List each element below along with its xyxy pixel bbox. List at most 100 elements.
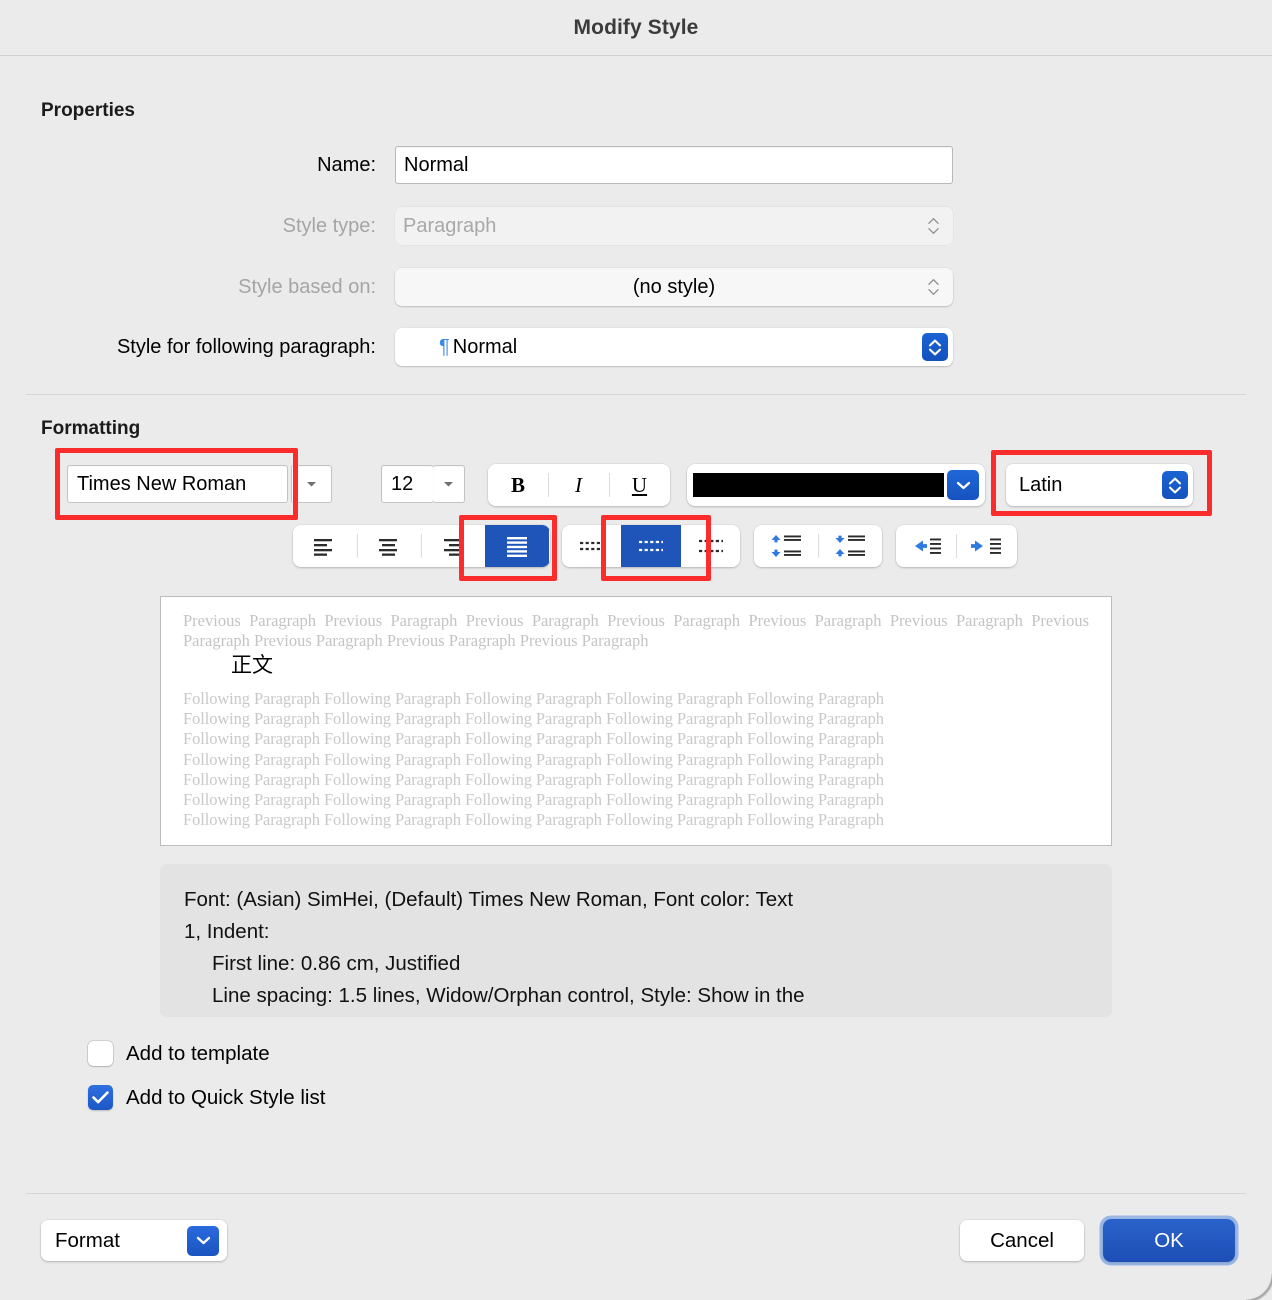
font-size-input[interactable]: 12 (381, 465, 434, 503)
align-justify-button[interactable] (485, 525, 549, 567)
align-right-icon (444, 538, 462, 556)
alignment-group (293, 525, 550, 567)
line-spacing-1-5-icon (639, 540, 663, 552)
format-menu-button[interactable]: Format (41, 1220, 227, 1261)
line-spacing-double-icon (698, 539, 723, 553)
style-type-label: Style type: (282, 214, 376, 237)
chevron-down-icon[interactable] (187, 1225, 219, 1256)
stepper-updown-icon[interactable] (1162, 471, 1188, 499)
style-name-input[interactable]: Normal (395, 146, 953, 184)
preview-sample-text: 正文 (231, 654, 273, 677)
pilcrow-icon: ¶ (439, 335, 450, 358)
preview-following-line: Following Paragraph Following Paragraph … (183, 689, 884, 708)
style-based-on-field-wrap: (no style) (395, 268, 953, 306)
font-size-combo[interactable]: 12 (381, 465, 465, 503)
window-corner-shadow (1246, 1274, 1272, 1300)
increase-indent-icon (971, 538, 1001, 554)
line-spacing-single-icon (579, 541, 604, 551)
style-type-row: Style type: Paragraph (0, 207, 953, 245)
preview-following-line: Following Paragraph Following Paragraph … (183, 709, 884, 729)
preview-previous-paragraph: Previous Paragraph Previous Paragraph Pr… (183, 611, 1089, 650)
style-based-on-label: Style based on: (238, 275, 376, 298)
paragraph-space-group (754, 525, 882, 567)
name-row: Name: Normal (0, 146, 953, 184)
ok-button[interactable]: OK (1103, 1219, 1235, 1262)
style-based-on-value: (no style) (632, 276, 716, 298)
font-color-dropdown-arrow[interactable] (947, 470, 979, 500)
description-line-2: 1, Indent: (184, 920, 270, 943)
font-name-combo[interactable]: Times New Roman (67, 465, 332, 503)
add-to-quick-style-label: Add to Quick Style list (126, 1085, 326, 1109)
style-following-label: Style for following paragraph: (116, 335, 376, 358)
style-following-popup[interactable]: ¶ Normal (395, 328, 953, 366)
align-left-icon (314, 538, 332, 556)
style-preview-pane: Previous Paragraph Previous Paragraph Pr… (160, 596, 1112, 846)
add-to-template-label: Add to template (126, 1041, 270, 1065)
align-justify-icon (507, 536, 527, 557)
underline-button[interactable]: U (609, 464, 670, 506)
description-line-3: First line: 0.86 cm, Justified (212, 952, 461, 975)
properties-section-heading: Properties (41, 100, 135, 121)
align-center-icon (379, 538, 397, 556)
name-label: Name: (317, 153, 376, 176)
underline-label: U (631, 472, 648, 497)
align-right-button[interactable] (421, 525, 485, 567)
decrease-space-before-button[interactable] (754, 525, 818, 567)
decrease-indent-icon (915, 538, 941, 554)
add-to-quick-style-row[interactable]: Add to Quick Style list (88, 1085, 325, 1110)
name-field-wrap: Normal (395, 146, 953, 184)
dialog-titlebar: Modify Style (0, 0, 1272, 56)
font-color-well[interactable] (687, 464, 985, 506)
style-description-box: Font: (Asian) SimHei, (Default) Times Ne… (160, 864, 1112, 1017)
align-center-button[interactable] (357, 525, 421, 567)
preview-following-line: Following Paragraph Following Paragraph … (183, 749, 884, 769)
decrease-indent-button[interactable] (896, 525, 956, 567)
increase-space-after-icon (835, 535, 865, 557)
style-following-row: Style for following paragraph: ¶ Normal (0, 328, 953, 366)
style-following-field-wrap: ¶ Normal (395, 328, 953, 366)
description-line-4: Line spacing: 1.5 lines, Widow/Orphan co… (212, 984, 805, 1007)
increase-indent-button[interactable] (956, 525, 1016, 567)
italic-label: I (575, 472, 582, 497)
cancel-button[interactable]: Cancel (960, 1220, 1084, 1261)
preview-following-line: Following Paragraph Following Paragraph … (183, 729, 884, 749)
add-to-template-checkbox[interactable] (88, 1041, 113, 1066)
preview-following-line: Following Paragraph Following Paragraph … (183, 790, 884, 810)
align-left-button[interactable] (293, 525, 357, 567)
page-title: Modify Style (573, 15, 699, 39)
add-to-template-row[interactable]: Add to template (88, 1041, 270, 1066)
font-name-input[interactable]: Times New Roman (67, 465, 288, 503)
line-spacing-double-button[interactable] (681, 525, 740, 567)
footer-divider (26, 1193, 1246, 1194)
preview-following-paragraphs: Following Paragraph Following Paragraph … (183, 689, 1089, 830)
style-type-field-wrap: Paragraph (395, 207, 953, 245)
checkmark-icon (92, 1091, 109, 1104)
style-following-value: Normal (452, 336, 518, 358)
line-spacing-1-5-button[interactable] (621, 525, 681, 567)
bold-label: B (510, 472, 525, 497)
italic-button[interactable]: I (548, 464, 609, 506)
line-spacing-group (562, 525, 740, 567)
preview-following-line: Following Paragraph Following Paragraph … (183, 769, 884, 789)
indent-group (896, 525, 1017, 567)
language-popup[interactable]: Latin (1006, 464, 1193, 506)
bold-button[interactable]: B (488, 464, 548, 506)
line-spacing-single-button[interactable] (562, 525, 621, 567)
font-size-dropdown-arrow[interactable] (433, 465, 465, 503)
style-based-on-popup[interactable]: (no style) (395, 268, 953, 306)
language-value: Latin (1019, 473, 1063, 496)
text-style-group: B I U (488, 464, 670, 506)
description-line-1: Font: (Asian) SimHei, (Default) Times Ne… (184, 888, 794, 911)
style-type-value: Paragraph (403, 215, 497, 237)
preview-following-line: Following Paragraph Following Paragraph … (183, 810, 884, 830)
decrease-space-before-icon (771, 535, 801, 557)
properties-divider (26, 394, 1246, 395)
increase-space-after-button[interactable] (818, 525, 882, 567)
chevron-updown-icon (928, 279, 939, 296)
style-based-on-row: Style based on: (no style) (0, 268, 953, 306)
format-button-label: Format (55, 1228, 120, 1252)
style-type-popup: Paragraph (395, 207, 953, 245)
font-name-dropdown-arrow[interactable] (291, 465, 332, 503)
stepper-updown-icon[interactable] (922, 333, 948, 361)
add-to-quick-style-checkbox[interactable] (88, 1085, 113, 1110)
